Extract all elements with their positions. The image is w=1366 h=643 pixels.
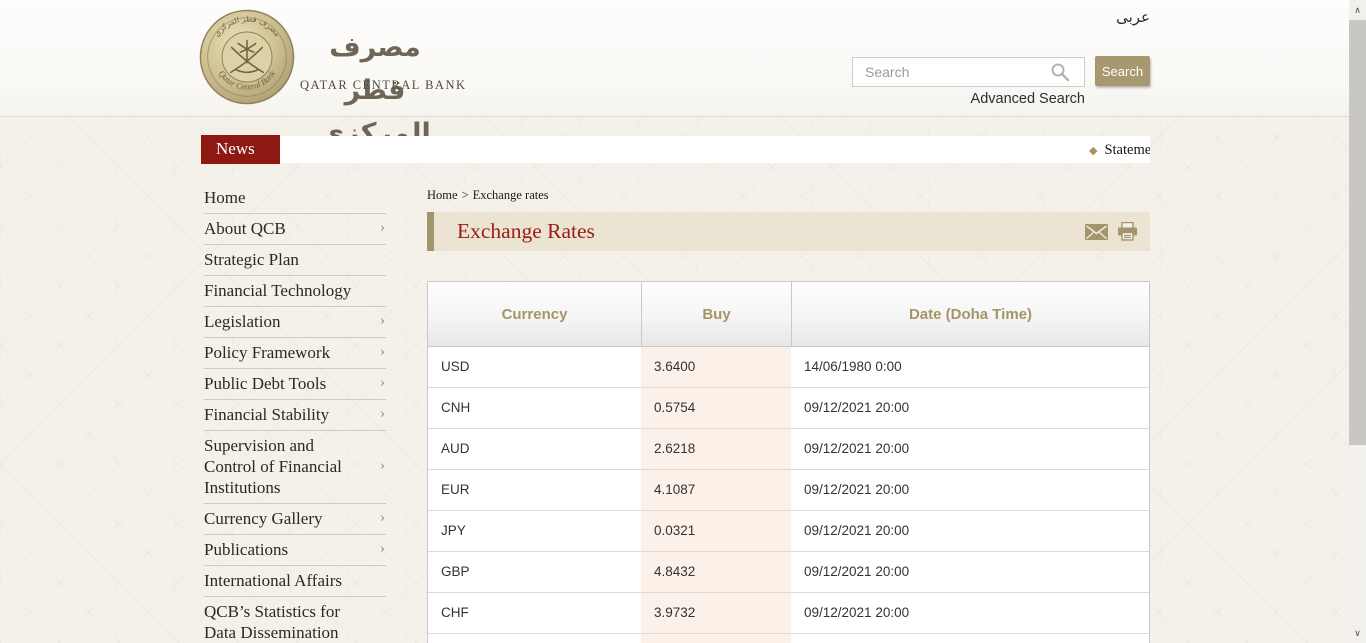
- table-row: CNH 0.5754 09/12/2021 20:00: [428, 388, 1149, 429]
- breadcrumb-separator: >: [461, 188, 469, 202]
- sidebar-item-strategic-plan[interactable]: Strategic Plan: [204, 245, 386, 276]
- qcb-seal-logo[interactable]: Qatar Central Bank مصرف قطر المركزي: [199, 9, 295, 105]
- buy-cell: 0.5754: [641, 388, 791, 428]
- scroll-up-arrow-icon[interactable]: ∧: [1349, 0, 1366, 20]
- sidebar-item-policy-framework[interactable]: Policy Framework ›: [204, 338, 386, 369]
- vertical-scrollbar[interactable]: ∧ ∨: [1349, 0, 1366, 643]
- sidebar-item-currency-gallery[interactable]: Currency Gallery ›: [204, 504, 386, 535]
- sidebar-item-label: International Affairs: [204, 571, 343, 590]
- sidebar-item-about-qcb[interactable]: About QCB ›: [204, 214, 386, 245]
- sidebar-item-label: Financial Stability: [204, 405, 330, 424]
- breadcrumb-home[interactable]: Home: [427, 188, 458, 202]
- news-ticker: ◆ Statement: [280, 136, 1150, 163]
- chevron-right-icon: ›: [380, 219, 385, 236]
- buy-cell: 3.9732: [641, 593, 791, 633]
- sidebar-nav: Home About QCB › Strategic Plan Financial…: [204, 183, 386, 643]
- sidebar-item-label: Currency Gallery: [204, 509, 323, 528]
- sidebar-item-home[interactable]: Home: [204, 183, 386, 214]
- sidebar-item-financial-stability[interactable]: Financial Stability ›: [204, 400, 386, 431]
- chevron-right-icon: ›: [380, 343, 385, 360]
- diamond-bullet-icon: ◆: [1089, 145, 1098, 157]
- date-cell: 09/12/2021 20:00: [804, 482, 910, 497]
- table-row: AUD 2.6218 09/12/2021 20:00: [428, 429, 1149, 470]
- column-header-buy: Buy: [641, 282, 791, 346]
- buy-cell: 3.6400: [641, 347, 791, 387]
- sidebar-item-label: Strategic Plan: [204, 250, 299, 269]
- buy-cell: 4.1087: [641, 470, 791, 510]
- currency-cell: GBP: [441, 564, 470, 579]
- chevron-right-icon: ›: [380, 312, 385, 329]
- sidebar-item-label: Home: [204, 188, 246, 207]
- breadcrumb-current: Exchange rates: [472, 188, 549, 202]
- sidebar-item-label: Policy Framework: [204, 343, 331, 362]
- table-row: USD 3.6400 14/06/1980 0:00: [428, 347, 1149, 388]
- table-header-row: Currency Buy Date (Doha Time): [428, 282, 1149, 347]
- page-title-bar: Exchange Rates: [427, 212, 1150, 251]
- search-button[interactable]: Search: [1095, 56, 1150, 86]
- breadcrumb: Home > Exchange rates: [427, 188, 549, 203]
- chevron-right-icon: ›: [380, 374, 385, 391]
- date-cell: 09/12/2021 20:00: [804, 523, 910, 538]
- sidebar-item-financial-technology[interactable]: Financial Technology: [204, 276, 386, 307]
- chevron-right-icon: ›: [380, 405, 385, 422]
- date-cell: 09/12/2021 20:00: [804, 400, 910, 415]
- sidebar-item-label: Publications: [204, 540, 289, 559]
- buy-cell: 2.6218: [641, 429, 791, 469]
- date-cell: 14/06/1980 0:00: [804, 359, 902, 374]
- sidebar-item-label: Legislation: [204, 312, 281, 331]
- advanced-search-link[interactable]: Advanced Search: [971, 91, 1085, 107]
- news-ticker-text: Statement: [1104, 142, 1150, 158]
- sidebar-item-public-debt-tools[interactable]: Public Debt Tools ›: [204, 369, 386, 400]
- currency-cell: CNH: [441, 400, 471, 415]
- column-header-currency: Currency: [501, 306, 568, 323]
- news-bar-label: News: [201, 135, 280, 164]
- currency-cell: USD: [441, 359, 470, 374]
- news-ticker-item[interactable]: ◆ Statement: [1089, 136, 1150, 163]
- sidebar-item-legislation[interactable]: Legislation ›: [204, 307, 386, 338]
- sidebar-item-international-affairs[interactable]: International Affairs: [204, 566, 386, 597]
- table-row: CHF 3.9732 09/12/2021 20:00: [428, 593, 1149, 634]
- sidebar-item-label: Financial Technology: [204, 281, 352, 300]
- arabic-language-link[interactable]: عربى: [1116, 8, 1150, 26]
- buy-cell: 0.0321: [641, 511, 791, 551]
- currency-cell: AUD: [441, 441, 470, 456]
- column-header-date: Date (Doha Time): [791, 282, 1149, 346]
- scrollbar-thumb[interactable]: [1349, 20, 1366, 445]
- table-row: GBP 4.8432 09/12/2021 20:00: [428, 552, 1149, 593]
- table-row: JPY 0.0321 09/12/2021 20:00: [428, 511, 1149, 552]
- scroll-down-arrow-icon[interactable]: ∨: [1349, 623, 1366, 643]
- email-icon[interactable]: [1085, 223, 1108, 240]
- chevron-right-icon: ›: [380, 540, 385, 557]
- bank-name-text: QATAR CENTRAL BANK: [300, 78, 467, 92]
- sidebar-item-publications[interactable]: Publications ›: [204, 535, 386, 566]
- currency-cell: CHF: [441, 605, 469, 620]
- site-header: Qatar Central Bank مصرف قطر المركزي مصرف…: [0, 0, 1366, 149]
- currency-cell: EUR: [441, 482, 470, 497]
- chevron-right-icon: ›: [380, 457, 385, 474]
- sidebar-item-qcb-statistics[interactable]: QCB’s Statistics for Data Dissemination …: [204, 597, 386, 643]
- date-cell: 09/12/2021 20:00: [804, 564, 910, 579]
- sidebar-item-label: Supervision and Control of Financial Ins…: [204, 436, 342, 497]
- page-title: Exchange Rates: [457, 219, 595, 243]
- sidebar-item-label: QCB’s Statistics for Data Dissemination …: [204, 602, 341, 642]
- date-cell: 09/12/2021 20:00: [804, 441, 910, 456]
- sidebar-item-supervision[interactable]: Supervision and Control of Financial Ins…: [204, 431, 386, 504]
- currency-cell: JPY: [441, 523, 466, 538]
- buy-cell: 4.8432: [641, 552, 791, 592]
- chevron-right-icon: ›: [380, 509, 385, 526]
- exchange-rates-table: Currency Buy Date (Doha Time) USD 3.6400…: [427, 281, 1150, 643]
- date-cell: 09/12/2021 20:00: [804, 605, 910, 620]
- printer-icon[interactable]: [1117, 222, 1138, 241]
- magnifier-icon[interactable]: [1050, 62, 1070, 82]
- qcb-seal-icon: Qatar Central Bank مصرف قطر المركزي: [199, 9, 295, 105]
- sidebar-item-label: Public Debt Tools: [204, 374, 327, 393]
- sidebar-item-label: About QCB: [204, 219, 286, 238]
- table-row: EUR 4.1087 09/12/2021 20:00: [428, 470, 1149, 511]
- table-row-partial: [428, 634, 1149, 643]
